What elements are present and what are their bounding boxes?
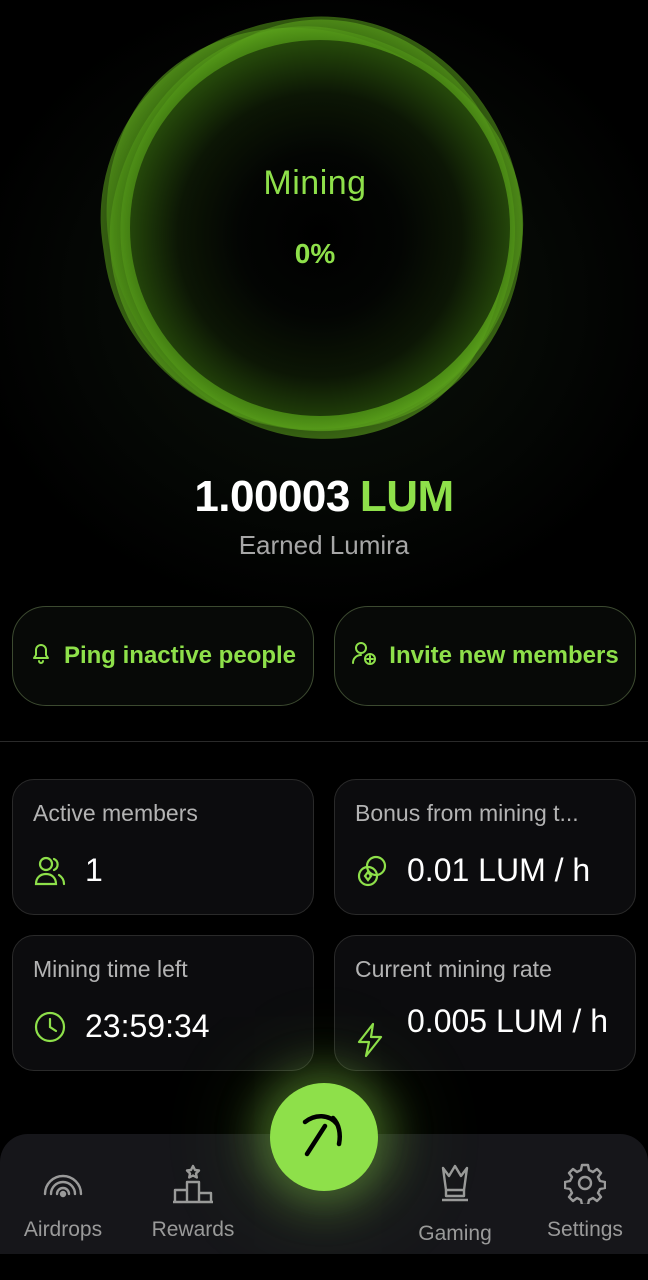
orb-core (130, 40, 510, 416)
time-left-label: Mining time left (33, 956, 188, 982)
ping-inactive-label: Ping inactive people (63, 642, 297, 669)
add-user-icon (351, 640, 377, 673)
clock-icon (33, 1010, 67, 1049)
divider (0, 741, 648, 742)
invite-members-button[interactable]: Invite new members (334, 606, 636, 706)
nav-label-settings: Settings (547, 1218, 623, 1241)
nav-item-settings[interactable]: Settings (525, 1134, 645, 1254)
nav-label-airdrops: Airdrops (23, 1218, 103, 1241)
nav-label-gaming: Gaming (418, 1222, 492, 1245)
active-members-card: Active members 1 (12, 779, 314, 915)
lightning-icon (355, 1022, 385, 1063)
balance-unit: LUM (359, 472, 454, 521)
nav-item-gaming[interactable]: Gaming (395, 1134, 515, 1254)
podium-icon (171, 1162, 215, 1204)
bell-icon (30, 641, 52, 672)
active-members-label: Active members (33, 800, 198, 826)
mine-button[interactable] (270, 1083, 378, 1191)
mining-percent: 0% (294, 238, 336, 269)
gear-icon (563, 1162, 607, 1207)
crown-icon (435, 1162, 475, 1204)
nav-label-rewards: Rewards (151, 1218, 235, 1241)
mining-screen: Mining 0% 1.00003 LUM Earned Lumira Ping … (0, 0, 648, 1280)
orb-title: Mining (263, 164, 367, 202)
mining-orb[interactable]: Mining 0% (29, 0, 583, 503)
pickaxe-icon (297, 1108, 351, 1167)
nav-item-rewards[interactable]: Rewards (133, 1134, 253, 1254)
mining-rate-card: Current mining rate 0.005 LUM / h (334, 935, 636, 1071)
balance-amount: 1.00003 (194, 472, 350, 521)
bottom-safe-area (0, 1254, 648, 1280)
time-left-value: 23:59:34 (85, 1008, 210, 1044)
bonus-card: Bonus from mining t... 0.01 LUM / h (334, 779, 636, 915)
mining-rate-label: Current mining rate (355, 956, 552, 982)
ping-inactive-button[interactable]: Ping inactive people (12, 606, 314, 706)
balance-display: 1.00003 LUM (0, 472, 648, 522)
invite-members-label: Invite new members (389, 642, 619, 669)
signal-icon (41, 1162, 85, 1204)
balance-caption: Earned Lumira (238, 530, 410, 560)
users-icon (33, 854, 67, 893)
coins-icon (355, 854, 389, 893)
active-members-value: 1 (85, 852, 103, 888)
bonus-value: 0.01 LUM / h (407, 852, 591, 888)
bonus-label: Bonus from mining t... (355, 800, 579, 826)
time-left-card: Mining time left 23:59:34 (12, 935, 314, 1071)
nav-item-airdrops[interactable]: Airdrops (3, 1134, 123, 1254)
mining-rate-value: 0.005 LUM / h (407, 1003, 608, 1039)
